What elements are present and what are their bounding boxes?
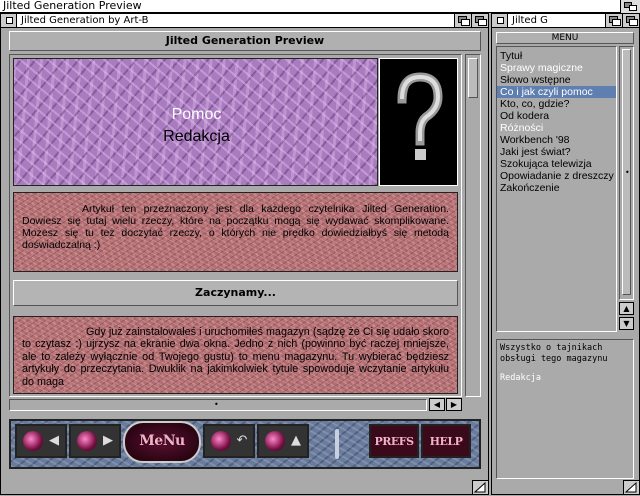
menu-list-item[interactable]: Opowiadanie z dreszczy <box>497 170 616 182</box>
prefs-button[interactable]: PREFS <box>369 424 419 458</box>
menu-close-icon[interactable] <box>492 14 508 27</box>
prefs-button-label: PREFS <box>374 435 414 448</box>
menu-vscroll-knob[interactable]: • <box>622 49 631 295</box>
screen-title-bar: Jilted Generation Preview <box>0 0 640 13</box>
banner: Pomoc Redakcja <box>13 58 378 186</box>
section-heading: Zaczynamy... <box>13 280 458 306</box>
article-hscroll-track[interactable]: • <box>9 399 427 411</box>
banner-subtitle: Redakcja <box>163 128 230 145</box>
article-vscroll-track[interactable] <box>465 54 481 397</box>
close-icon[interactable] <box>1 14 17 27</box>
resize-gadget-icon[interactable] <box>472 480 488 494</box>
article-header-label: Jilted Generation Preview <box>165 34 325 47</box>
menu-list-item[interactable]: Od kodera <box>497 110 616 122</box>
menu-list-item[interactable]: Kto, co, gdzie? <box>497 98 616 110</box>
menu-window-title: Jilted G <box>512 15 548 26</box>
arrow-up-icon: ▲ <box>291 433 301 448</box>
screen-title: Jilted Generation Preview <box>3 0 142 12</box>
main-window-title: Jilted Generation by Art-B <box>21 15 149 26</box>
article-header: Jilted Generation Preview <box>9 31 481 51</box>
question-mark-icon <box>379 58 458 186</box>
menu-description-panel: Wszystko o tajnikach obsługi tego magazy… <box>496 339 634 479</box>
menu-list-item[interactable]: Słowo wstępne <box>497 74 616 86</box>
toolbar-divider <box>335 429 339 459</box>
hscroll-marker: • <box>214 400 219 409</box>
menu-header: MENU <box>496 32 634 44</box>
section-heading-label: Zaczynamy... <box>195 286 276 299</box>
menu-description: Wszystko o tajnikach obsługi tego magazy… <box>500 343 608 364</box>
menu-scroll-up-button[interactable]: ▲ <box>619 302 634 315</box>
scroll-right-button[interactable]: ▶ <box>446 398 462 411</box>
menu-list-item[interactable]: Jaki jest świat? <box>497 146 616 158</box>
menu-author: Redakcja <box>500 373 541 383</box>
help-button-label: HELP <box>429 435 463 448</box>
menu-resize-gadget-icon[interactable] <box>623 480 639 494</box>
menu-header-label: MENU <box>551 33 579 43</box>
depth-gadget-icon[interactable] <box>471 14 488 27</box>
zoom-gadget-icon[interactable] <box>454 14 471 27</box>
help-button[interactable]: HELP <box>421 424 471 458</box>
screen-depth-gadget[interactable] <box>620 0 640 13</box>
main-window-titlebar[interactable]: Jilted Generation by Art-B <box>1 14 488 28</box>
menu-depth-gadget-icon[interactable] <box>622 14 639 27</box>
article-vscroll-knob[interactable] <box>468 58 478 98</box>
menu-scroll-down-button[interactable]: ▼ <box>619 317 634 330</box>
arrow-back-icon: ↶ <box>236 433 248 448</box>
menu-list-item[interactable]: Tytuł <box>497 50 616 62</box>
menu-window: Jilted G MENU Tytuł Sprawy magiczne Słowo … <box>491 13 640 495</box>
menu-zoom-gadget-icon[interactable] <box>605 14 622 27</box>
body-text: Gdy już zainstalowałeś i uruchomiłeś mag… <box>22 326 449 388</box>
prev-article-button[interactable]: ◀ <box>15 424 67 458</box>
menu-list-item[interactable]: Sprawy magiczne <box>497 62 616 74</box>
menu-button[interactable]: MeNu <box>123 421 201 463</box>
body-text-panel: Gdy już zainstalowałeś i uruchomiłeś mag… <box>13 316 458 394</box>
menu-window-titlebar[interactable]: Jilted G <box>492 14 639 28</box>
menu-list-item[interactable]: Szokująca telewizja <box>497 158 616 170</box>
menu-vscroll-track[interactable]: • <box>619 46 634 300</box>
menu-vscroll-marker: • <box>625 168 630 177</box>
main-window: Jilted Generation by Art-B Jilted Genera… <box>0 13 489 495</box>
toolbar: ◀ ▶ MeNu ↶ ▲ PREFS HELP <box>9 419 481 469</box>
next-article-button[interactable]: ▶ <box>69 424 121 458</box>
scroll-left-button[interactable]: ◀ <box>429 398 445 411</box>
arrow-left-icon: ◀ <box>49 433 59 448</box>
menu-list-item[interactable]: Zakończenie <box>497 182 616 194</box>
menu-button-label: MeNu <box>139 433 185 449</box>
menu-list-item[interactable]: Różności <box>497 122 616 134</box>
article-frame: Pomoc Redakcja Artykuł ten przeznaczony … <box>9 54 462 397</box>
banner-title: Pomoc <box>171 106 222 123</box>
intro-text-panel: Artykuł ten przeznaczony jest dla każdeg… <box>13 192 458 272</box>
menu-list: Tytuł Sprawy magiczne Słowo wstępne Co i ja… <box>496 46 617 332</box>
page-up-button[interactable]: ▲ <box>257 424 309 458</box>
intro-text: Artykuł ten przeznaczony jest dla każdeg… <box>22 203 449 251</box>
page-back-button[interactable]: ↶ <box>203 424 255 458</box>
arrow-right-icon: ▶ <box>103 433 113 448</box>
menu-list-item[interactable]: Workbench '98 <box>497 134 616 146</box>
menu-list-item[interactable]: Co i jak czyli pomoc <box>497 86 616 98</box>
